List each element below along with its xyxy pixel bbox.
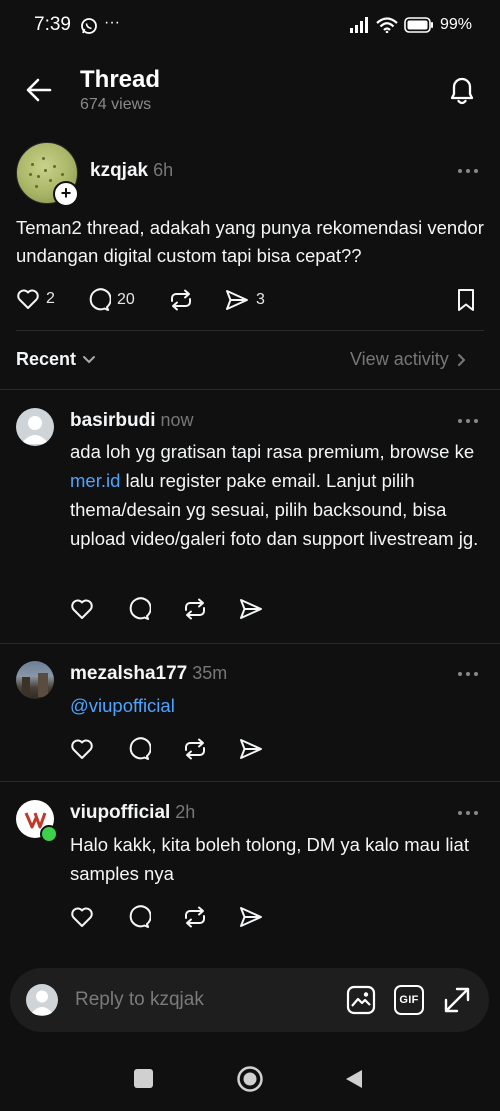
heart-icon bbox=[16, 288, 40, 310]
repost-icon bbox=[168, 288, 194, 312]
reply-time: 2h bbox=[175, 802, 196, 822]
divider bbox=[0, 781, 500, 782]
reply-text-part: lalu register pake email. Lanjut pilih t… bbox=[70, 470, 479, 549]
op-reply-button[interactable]: 20 bbox=[87, 288, 135, 312]
reply-avatar-basirbudi[interactable] bbox=[16, 408, 54, 446]
send-icon bbox=[224, 288, 250, 312]
battery-icon bbox=[404, 17, 434, 33]
wifi-icon bbox=[376, 17, 398, 33]
reply-comment-button[interactable] bbox=[127, 737, 151, 761]
op-header: kzqjak 6h bbox=[90, 160, 173, 182]
reply-header: viupofficial 2h bbox=[70, 802, 195, 824]
reply-input[interactable]: Reply to kzqjak bbox=[75, 989, 204, 1011]
status-time: 7:39 bbox=[34, 14, 71, 35]
reply-more-icon[interactable] bbox=[457, 411, 479, 431]
gif-button[interactable]: GIF bbox=[394, 985, 424, 1015]
link-mer-id[interactable]: mer.id bbox=[70, 470, 120, 491]
reply-username[interactable]: viupofficial bbox=[70, 802, 170, 823]
recent-apps-button[interactable] bbox=[134, 1069, 153, 1088]
view-activity-link[interactable]: View activity bbox=[350, 349, 467, 370]
reply-share-button[interactable] bbox=[238, 597, 264, 621]
op-like-button[interactable]: 2 bbox=[16, 288, 55, 310]
mention-link[interactable]: @viupofficial bbox=[70, 691, 175, 720]
more-notifications-icon: ··· bbox=[104, 14, 120, 31]
reply-like-button[interactable] bbox=[70, 598, 94, 620]
reply-more-icon[interactable] bbox=[457, 803, 479, 823]
op-more-icon[interactable] bbox=[457, 161, 479, 181]
back-arrow-icon[interactable] bbox=[26, 77, 52, 103]
reply-share-button[interactable] bbox=[238, 737, 264, 761]
reply-text-part: ada loh yg gratisan tapi rasa premium, b… bbox=[70, 441, 475, 462]
follow-plus-button[interactable]: + bbox=[53, 181, 79, 207]
reply-username[interactable]: mezalsha177 bbox=[70, 663, 187, 684]
bell-icon[interactable] bbox=[448, 74, 476, 106]
bookmark-icon[interactable] bbox=[456, 288, 476, 312]
reply-like-button[interactable] bbox=[70, 738, 94, 760]
reply-comment-button[interactable] bbox=[127, 597, 151, 621]
whatsapp-icon bbox=[80, 17, 98, 35]
op-reply-count: 20 bbox=[117, 291, 135, 308]
home-button[interactable] bbox=[236, 1065, 264, 1093]
comment-icon bbox=[87, 288, 111, 312]
op-text: Teman2 thread, adakah yang punya rekomen… bbox=[16, 217, 484, 266]
reply-repost-button[interactable] bbox=[182, 737, 208, 761]
divider bbox=[0, 389, 500, 390]
views-count: 674 views bbox=[80, 96, 152, 113]
op-time: 6h bbox=[153, 160, 174, 180]
reply-text: Halo kakk, kita boleh tolong, DM ya kalo… bbox=[70, 834, 469, 884]
reply-more-icon[interactable] bbox=[457, 664, 479, 684]
op-repost-button[interactable] bbox=[168, 288, 194, 312]
op-share-button[interactable]: 3 bbox=[224, 288, 265, 312]
sort-label: Recent bbox=[16, 349, 77, 369]
reply-time: now bbox=[160, 410, 194, 430]
composer-avatar bbox=[26, 984, 58, 1016]
reply-repost-button[interactable] bbox=[182, 597, 208, 621]
status-right: 99% bbox=[349, 16, 472, 34]
reply-time: 35m bbox=[192, 663, 228, 683]
online-status-dot bbox=[40, 825, 58, 843]
reply-like-button[interactable] bbox=[70, 906, 94, 928]
reply-username[interactable]: basirbudi bbox=[70, 410, 156, 431]
divider bbox=[16, 330, 484, 331]
op-username[interactable]: kzqjak bbox=[90, 160, 148, 181]
reply-text: ada loh yg gratisan tapi rasa premium, b… bbox=[70, 437, 490, 553]
chevron-down-icon bbox=[82, 355, 96, 365]
view-activity-label: View activity bbox=[350, 349, 449, 369]
reply-repost-button[interactable] bbox=[182, 905, 208, 929]
signal-icon bbox=[349, 17, 370, 33]
image-icon[interactable] bbox=[346, 985, 376, 1015]
reply-header: basirbudi now bbox=[70, 410, 194, 432]
reply-avatar-mezalsha177[interactable] bbox=[16, 661, 54, 699]
op-like-count: 2 bbox=[46, 290, 55, 307]
battery-percent: 99% bbox=[439, 16, 472, 33]
op-share-count: 3 bbox=[256, 291, 265, 308]
back-nav-button[interactable] bbox=[344, 1068, 364, 1090]
sort-dropdown[interactable]: Recent bbox=[16, 349, 96, 370]
expand-icon[interactable] bbox=[442, 985, 472, 1015]
reply-header: mezalsha177 35m bbox=[70, 663, 227, 685]
gif-label: GIF bbox=[399, 994, 419, 1006]
reply-share-button[interactable] bbox=[238, 905, 264, 929]
chevron-right-icon bbox=[457, 353, 467, 367]
reply-comment-button[interactable] bbox=[127, 905, 151, 929]
page-title: Thread bbox=[80, 66, 161, 93]
divider bbox=[0, 643, 500, 644]
